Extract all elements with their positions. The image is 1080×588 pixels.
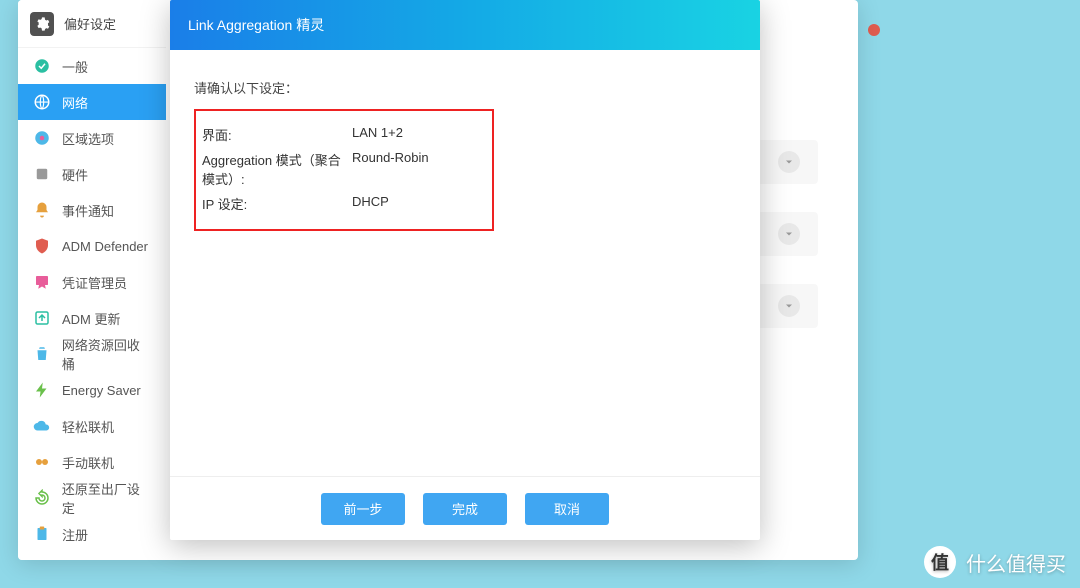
bell-icon <box>32 200 52 220</box>
close-dot[interactable] <box>868 24 880 36</box>
settings-summary-box: 界面: LAN 1+2 Aggregation 模式（聚合模式）: Round-… <box>194 109 494 231</box>
cloud-icon <box>32 416 52 436</box>
watermark-badge: 值 <box>924 546 956 578</box>
shield-icon <box>32 236 52 256</box>
watermark: 值 什么值得买 <box>924 546 1066 578</box>
interface-value: LAN 1+2 <box>352 125 403 144</box>
sidebar-item-label: 还原至出厂设定 <box>62 479 152 517</box>
preferences-header: 偏好设定 <box>18 0 166 48</box>
sidebar-item-label: ADM Defender <box>62 239 148 254</box>
update-icon <box>32 308 52 328</box>
summary-row-mode: Aggregation 模式（聚合模式）: Round-Robin <box>202 150 486 188</box>
hardware-icon <box>32 164 52 184</box>
prev-button[interactable]: 前一步 <box>321 493 405 525</box>
sidebar-item-update[interactable]: ADM 更新 <box>18 300 166 336</box>
locale-icon <box>32 128 52 148</box>
wizard-title-bar: Link Aggregation 精灵 <box>170 0 760 50</box>
sidebar-item-easyconnect[interactable]: 轻松联机 <box>18 408 166 444</box>
mode-value: Round-Robin <box>352 150 429 188</box>
reset-icon <box>32 488 52 508</box>
sidebar-item-label: 一般 <box>62 57 88 76</box>
network-icon <box>32 92 52 112</box>
chevron-down-icon <box>778 151 800 173</box>
preferences-title: 偏好设定 <box>64 14 116 33</box>
chevron-down-icon <box>778 223 800 245</box>
cancel-button[interactable]: 取消 <box>525 493 609 525</box>
sidebar-item-label: 区域选项 <box>62 129 114 148</box>
link-aggregation-wizard: Link Aggregation 精灵 请确认以下设定： 界面: LAN 1+2… <box>170 0 760 540</box>
sidebar-item-register[interactable]: 注册 <box>18 516 166 552</box>
sidebar-item-general[interactable]: 一般 <box>18 48 166 84</box>
ip-value: DHCP <box>352 194 389 213</box>
sidebar-item-label: 事件通知 <box>62 201 114 220</box>
sidebar-item-notifications[interactable]: 事件通知 <box>18 192 166 228</box>
link-icon <box>32 452 52 472</box>
sidebar-item-label: 硬件 <box>62 165 88 184</box>
sidebar-item-label: Energy Saver <box>62 383 141 398</box>
wizard-footer: 前一步 完成 取消 <box>170 476 760 540</box>
sidebar-item-hardware[interactable]: 硬件 <box>18 156 166 192</box>
clipboard-icon <box>32 524 52 544</box>
summary-row-interface: 界面: LAN 1+2 <box>202 125 486 144</box>
chevron-down-icon <box>778 295 800 317</box>
sidebar-item-network[interactable]: 网络 <box>18 84 166 120</box>
sidebar-item-label: 手动联机 <box>62 453 114 472</box>
sidebar-item-energy[interactable]: Energy Saver <box>18 372 166 408</box>
sidebar-item-label: 网络 <box>62 93 88 112</box>
sidebar-item-locale[interactable]: 区域选项 <box>18 120 166 156</box>
wizard-title: Link Aggregation 精灵 <box>188 15 324 35</box>
sidebar-item-label: 网络资源回收桶 <box>62 335 152 373</box>
sidebar-item-label: ADM 更新 <box>62 309 121 328</box>
trash-icon <box>32 344 52 364</box>
ip-label: IP 设定: <box>202 194 352 213</box>
sidebar-item-label: 轻松联机 <box>62 417 114 436</box>
done-button[interactable]: 完成 <box>423 493 507 525</box>
mode-label: Aggregation 模式（聚合模式）: <box>202 150 352 188</box>
sidebar-item-label: 注册 <box>62 525 88 544</box>
wizard-body: 请确认以下设定： 界面: LAN 1+2 Aggregation 模式（聚合模式… <box>170 50 760 476</box>
general-icon <box>32 56 52 76</box>
sidebar-item-recycle[interactable]: 网络资源回收桶 <box>18 336 166 372</box>
summary-row-ip: IP 设定: DHCP <box>202 194 486 213</box>
sidebar-item-cert[interactable]: 凭证管理员 <box>18 264 166 300</box>
watermark-text: 什么值得买 <box>966 548 1066 577</box>
sidebar-item-factoryreset[interactable]: 还原至出厂设定 <box>18 480 166 516</box>
certificate-icon <box>32 272 52 292</box>
gear-icon <box>30 12 54 36</box>
sidebar-item-manualconnect[interactable]: 手动联机 <box>18 444 166 480</box>
bolt-icon <box>32 380 52 400</box>
sidebar: 偏好设定 一般 网络 区域选项 硬件 事件通知 ADM Defender 凭 <box>18 0 166 560</box>
sidebar-item-label: 凭证管理员 <box>62 273 127 292</box>
confirm-prompt: 请确认以下设定： <box>194 78 736 97</box>
interface-label: 界面: <box>202 125 352 144</box>
sidebar-item-defender[interactable]: ADM Defender <box>18 228 166 264</box>
